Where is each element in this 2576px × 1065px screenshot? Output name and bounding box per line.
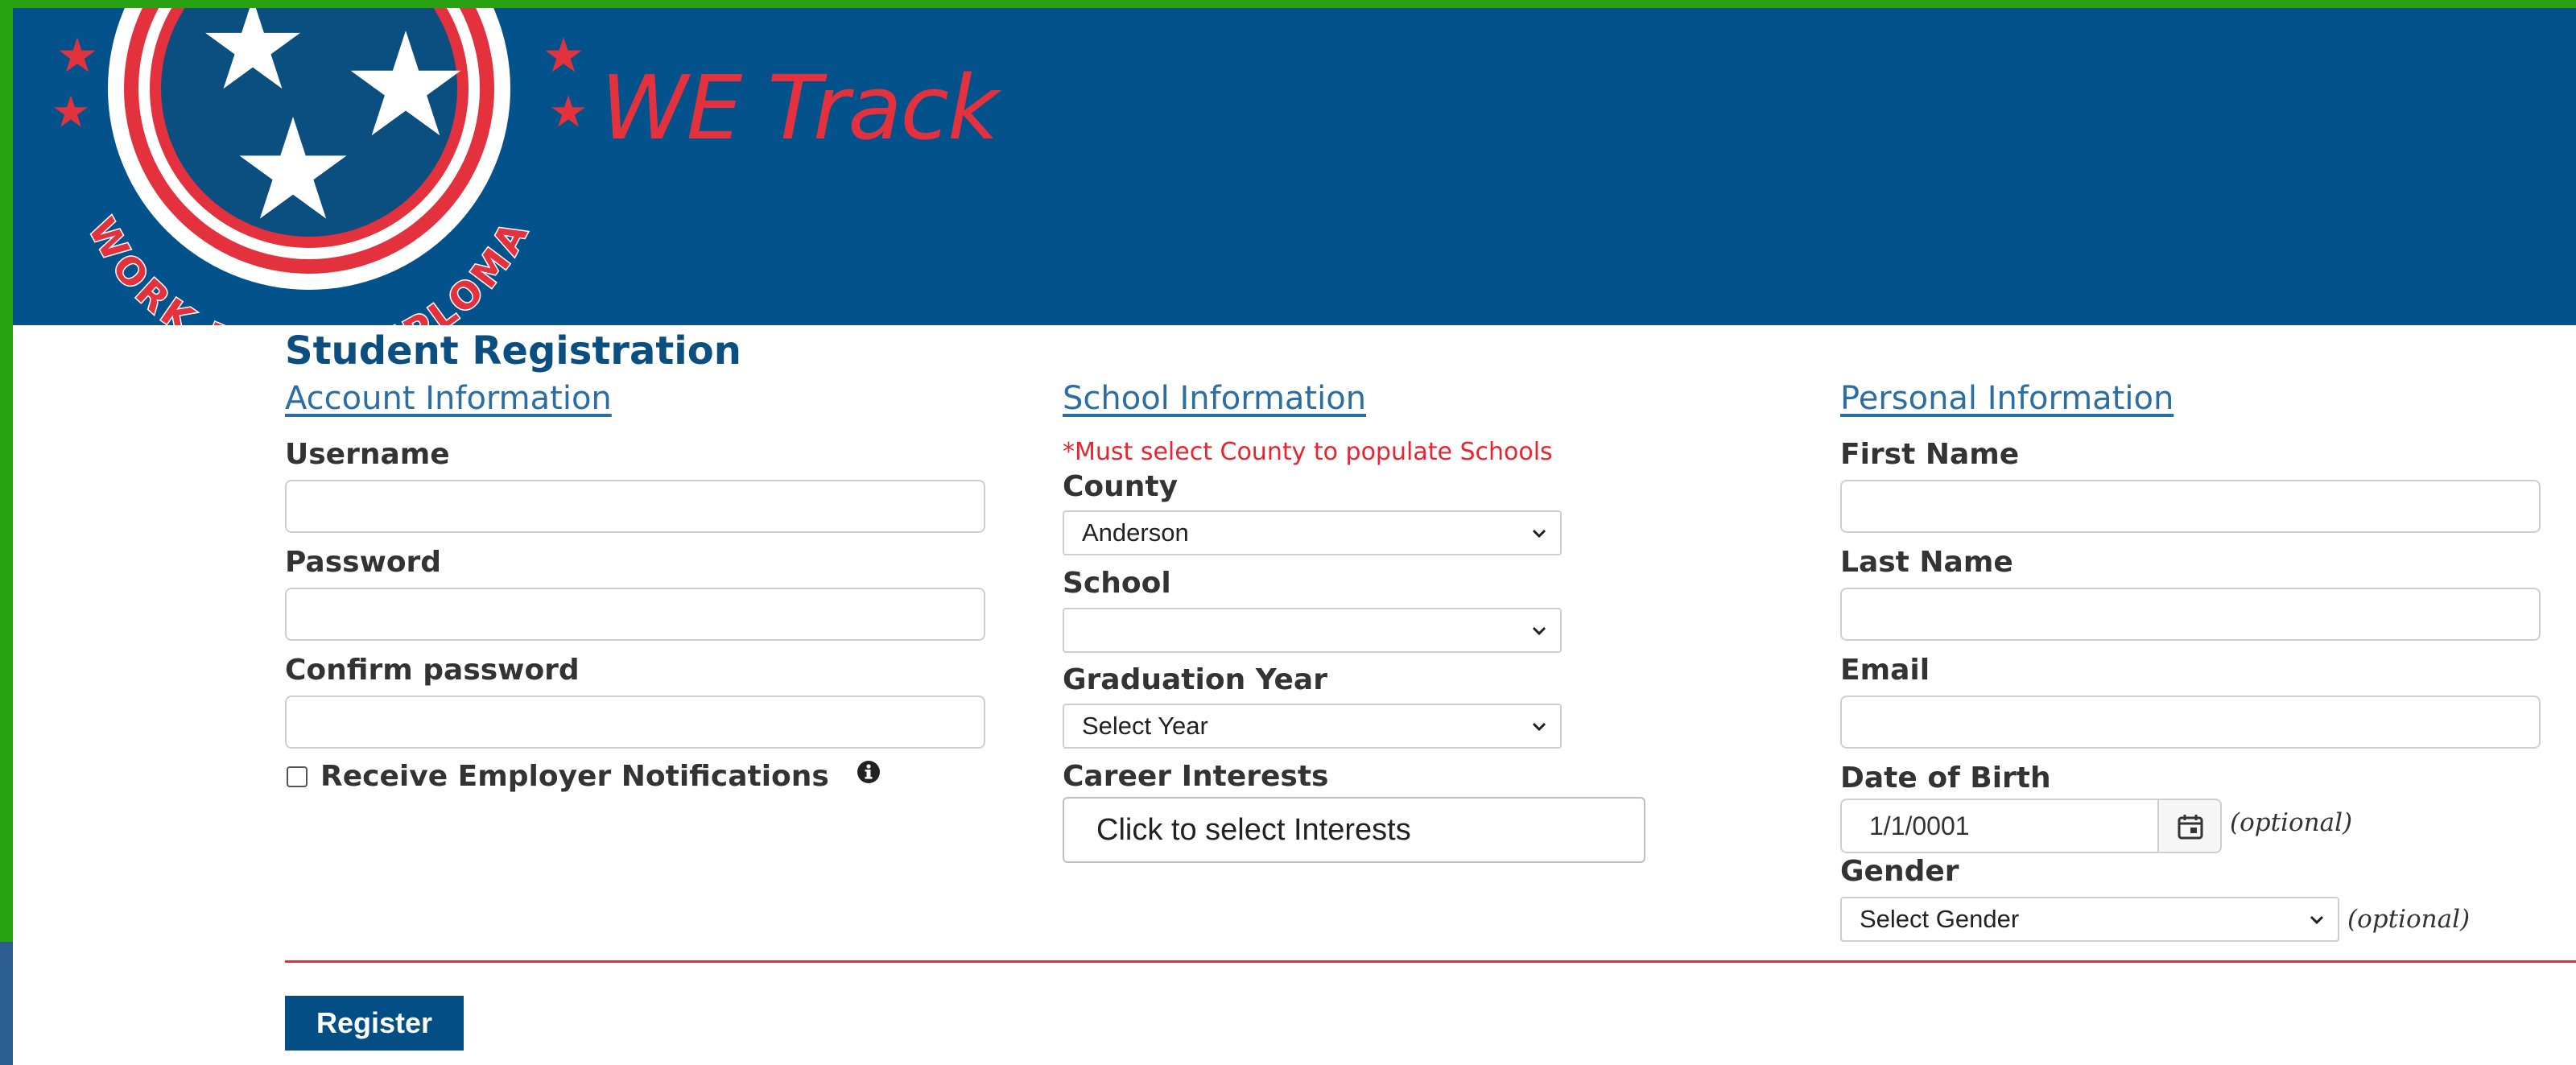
username-label: Username — [285, 438, 450, 471]
county-select-value: Anderson — [1082, 518, 1189, 547]
confirm-password-input[interactable] — [285, 696, 985, 749]
confirm-password-label: Confirm password — [285, 654, 580, 687]
county-select[interactable]: Anderson — [1063, 510, 1562, 555]
county-label: County — [1063, 470, 1179, 503]
first-name-label: First Name — [1840, 438, 2020, 471]
account-section-title: Account Information — [285, 380, 612, 417]
date-of-birth-field: 1/1/0001 — [1840, 799, 2222, 853]
info-icon[interactable] — [857, 760, 881, 784]
site-header: WORK ETHIC DIPLOMA WE Track — [13, 0, 2576, 381]
chevron-down-icon — [1532, 722, 1546, 732]
top-frame-stripe — [0, 0, 2576, 8]
left-frame-accent — [0, 942, 13, 1065]
graduation-year-select-value: Select Year — [1082, 712, 1208, 740]
school-label: School — [1063, 567, 1171, 600]
last-name-input[interactable] — [1840, 588, 2541, 641]
email-input[interactable] — [1840, 696, 2541, 749]
app-title: WE Track — [601, 56, 999, 159]
gender-select[interactable]: Select Gender — [1840, 897, 2339, 942]
school-section-title: School Information — [1063, 380, 1367, 417]
first-name-input[interactable] — [1840, 480, 2541, 533]
dob-optional-hint: (optional) — [2230, 808, 2353, 837]
select-interests-button[interactable]: Click to select Interests — [1063, 797, 1645, 863]
form-divider — [285, 960, 2576, 963]
register-button[interactable]: Register — [285, 996, 464, 1051]
date-of-birth-label: Date of Birth — [1840, 762, 2051, 795]
username-input[interactable] — [285, 480, 985, 533]
last-name-label: Last Name — [1840, 546, 2013, 579]
school-select[interactable] — [1063, 608, 1562, 653]
chevron-down-icon — [1532, 529, 1546, 539]
chevron-down-icon — [2310, 915, 2324, 925]
calendar-icon — [2178, 815, 2203, 840]
date-of-birth-input[interactable]: 1/1/0001 — [1840, 799, 2159, 853]
county-required-note: *Must select County to populate Schools — [1063, 438, 1553, 466]
gender-optional-hint: (optional) — [2347, 905, 2471, 934]
page-title: Student Registration — [285, 328, 741, 374]
graduation-year-select[interactable]: Select Year — [1063, 704, 1562, 749]
work-ethic-diploma-logo: WORK ETHIC DIPLOMA — [35, 0, 599, 381]
graduation-year-label: Graduation Year — [1063, 663, 1327, 696]
gender-select-value: Select Gender — [1860, 905, 2020, 933]
chevron-down-icon — [1532, 626, 1546, 636]
email-label: Email — [1840, 654, 1930, 687]
date-picker-button[interactable] — [2157, 799, 2222, 853]
password-input[interactable] — [285, 588, 985, 641]
employer-notifications-checkbox[interactable] — [287, 766, 308, 787]
gender-label: Gender — [1840, 855, 1959, 888]
personal-section-title: Personal Information — [1840, 380, 2174, 417]
left-frame-stripe — [0, 0, 13, 942]
password-label: Password — [285, 546, 442, 579]
career-interests-label: Career Interests — [1063, 760, 1329, 793]
employer-notifications-label[interactable]: Receive Employer Notifications — [320, 760, 829, 793]
